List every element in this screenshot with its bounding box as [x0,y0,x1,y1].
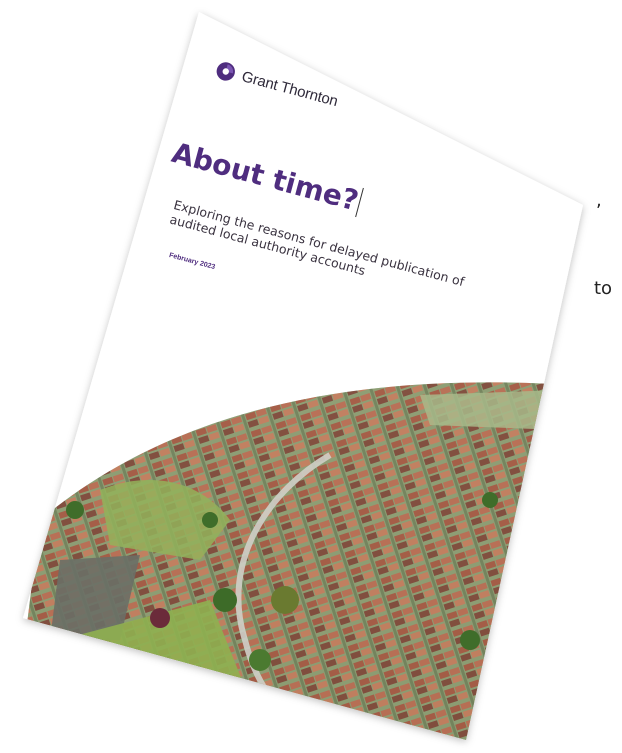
screenshot-canvas: , to Grant Thornton About time? Explorin… [0,0,622,753]
report-cover [23,12,583,740]
